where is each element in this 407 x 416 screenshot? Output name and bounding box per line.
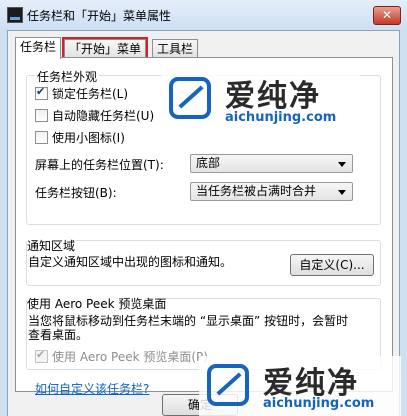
aero-peek-option: 使用 Aero Peek 预览桌面(P)	[35, 348, 208, 365]
customize-button[interactable]: 自定义(C)...	[290, 254, 374, 276]
buttons-select-value: 当任务栏被占满时合并	[196, 184, 317, 198]
watermark-brand-en: aichunjing.com	[225, 110, 337, 125]
tab-taskbar[interactable]: 任务栏	[15, 37, 62, 59]
close-button[interactable]: ✕	[373, 6, 401, 25]
aero-peek-description-line2: 查看桌面。	[28, 328, 89, 342]
lock-taskbar-label: 锁定任务栏(L)	[52, 87, 129, 101]
watermark-bottom: 爱纯净 aichunjing.com	[199, 356, 401, 416]
auto-hide-option[interactable]: 自动隐藏任务栏(U)	[35, 107, 154, 124]
location-select-value: 底部	[196, 156, 221, 170]
watermark-brand-en: aichunjing.com	[263, 396, 375, 411]
location-select[interactable]: 底部	[190, 154, 353, 173]
taskbar-app-icon	[7, 7, 23, 23]
aero-peek-checkbox	[35, 348, 48, 363]
auto-hide-checkbox[interactable]	[35, 109, 48, 122]
watermark-logo-icon	[207, 364, 249, 406]
small-icons-checkbox[interactable]	[35, 131, 48, 144]
watermark-brand-cn: 爱纯净	[225, 79, 321, 114]
aero-peek-label: 使用 Aero Peek 预览桌面(P)	[52, 350, 208, 364]
location-label: 屏幕上的任务栏位置(T):	[35, 158, 164, 172]
window-title: 任务栏和「开始」菜单属性	[27, 9, 172, 23]
auto-hide-label: 自动隐藏任务栏(U)	[52, 109, 155, 123]
watermark-logo-icon	[169, 77, 211, 119]
title-bar: 任务栏和「开始」菜单属性 ✕	[0, 0, 407, 30]
customize-help-link[interactable]: 如何自定义该任务栏?	[35, 380, 149, 397]
notification-group-title: 通知区域	[27, 237, 76, 254]
buttons-select[interactable]: 当任务栏被占满时合并	[190, 182, 353, 201]
notification-description: 自定义通知区域中出现的图标和通知。	[28, 255, 233, 269]
chevron-down-icon	[338, 162, 346, 167]
lock-taskbar-checkbox[interactable]	[35, 85, 48, 100]
small-icons-label: 使用小图标(I)	[52, 131, 125, 145]
appearance-group-title: 任务栏外观	[35, 68, 100, 85]
lock-taskbar-option[interactable]: 锁定任务栏(L)	[35, 85, 128, 102]
aero-peek-group-title: 使用 Aero Peek 预览桌面	[27, 295, 167, 312]
tab-start-menu[interactable]: 「开始」菜单	[61, 37, 149, 60]
watermark-top: 爱纯净 aichunjing.com	[161, 69, 360, 131]
buttons-label: 任务栏按钮(B):	[35, 186, 117, 200]
chevron-down-icon	[338, 190, 346, 195]
tab-toolbars[interactable]: 工具栏	[152, 39, 199, 58]
small-icons-option[interactable]: 使用小图标(I)	[35, 129, 125, 146]
notification-group: 通知区域 自定义通知区域中出现的图标和通知。 自定义(C)...	[26, 237, 381, 286]
